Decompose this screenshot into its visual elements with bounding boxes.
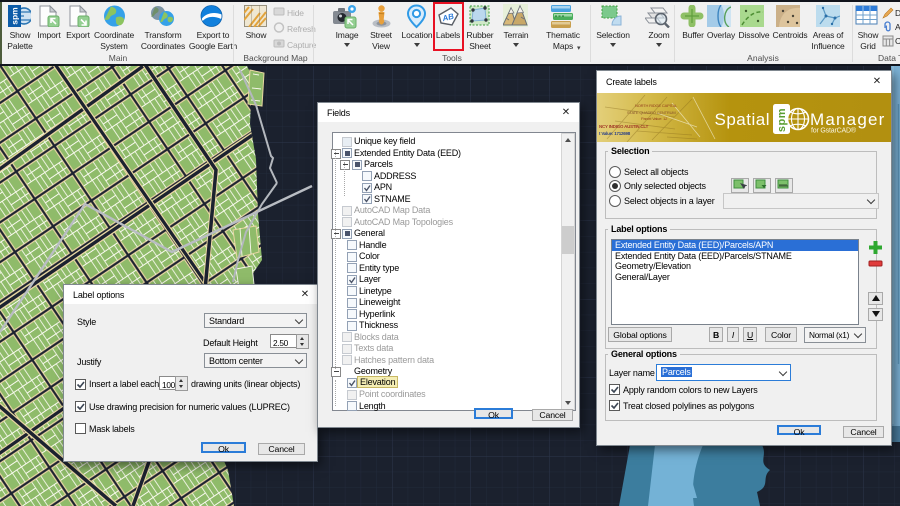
- svg-text:spm: spm: [10, 7, 20, 25]
- svg-text:STATE QUADRO CENTRUM: STATE QUADRO CENTRUM: [627, 110, 675, 115]
- svg-text:NORTH RIDGE CAPITAL: NORTH RIDGE CAPITAL: [635, 103, 678, 108]
- svg-text:NCY INDIGO AUSTIN CLT: NCY INDIGO AUSTIN CLT: [599, 124, 649, 129]
- svg-text:Parcel Value: 12: Parcel Value: 12: [641, 116, 668, 121]
- svg-text:for GstarCAD®: for GstarCAD®: [811, 127, 857, 135]
- svg-text:t Value: 1712698: t Value: 1712698: [599, 131, 631, 136]
- svg-text:Spatial: Spatial: [715, 110, 770, 129]
- svg-text:spm: spm: [776, 108, 788, 132]
- svg-text:Manager: Manager: [810, 110, 886, 129]
